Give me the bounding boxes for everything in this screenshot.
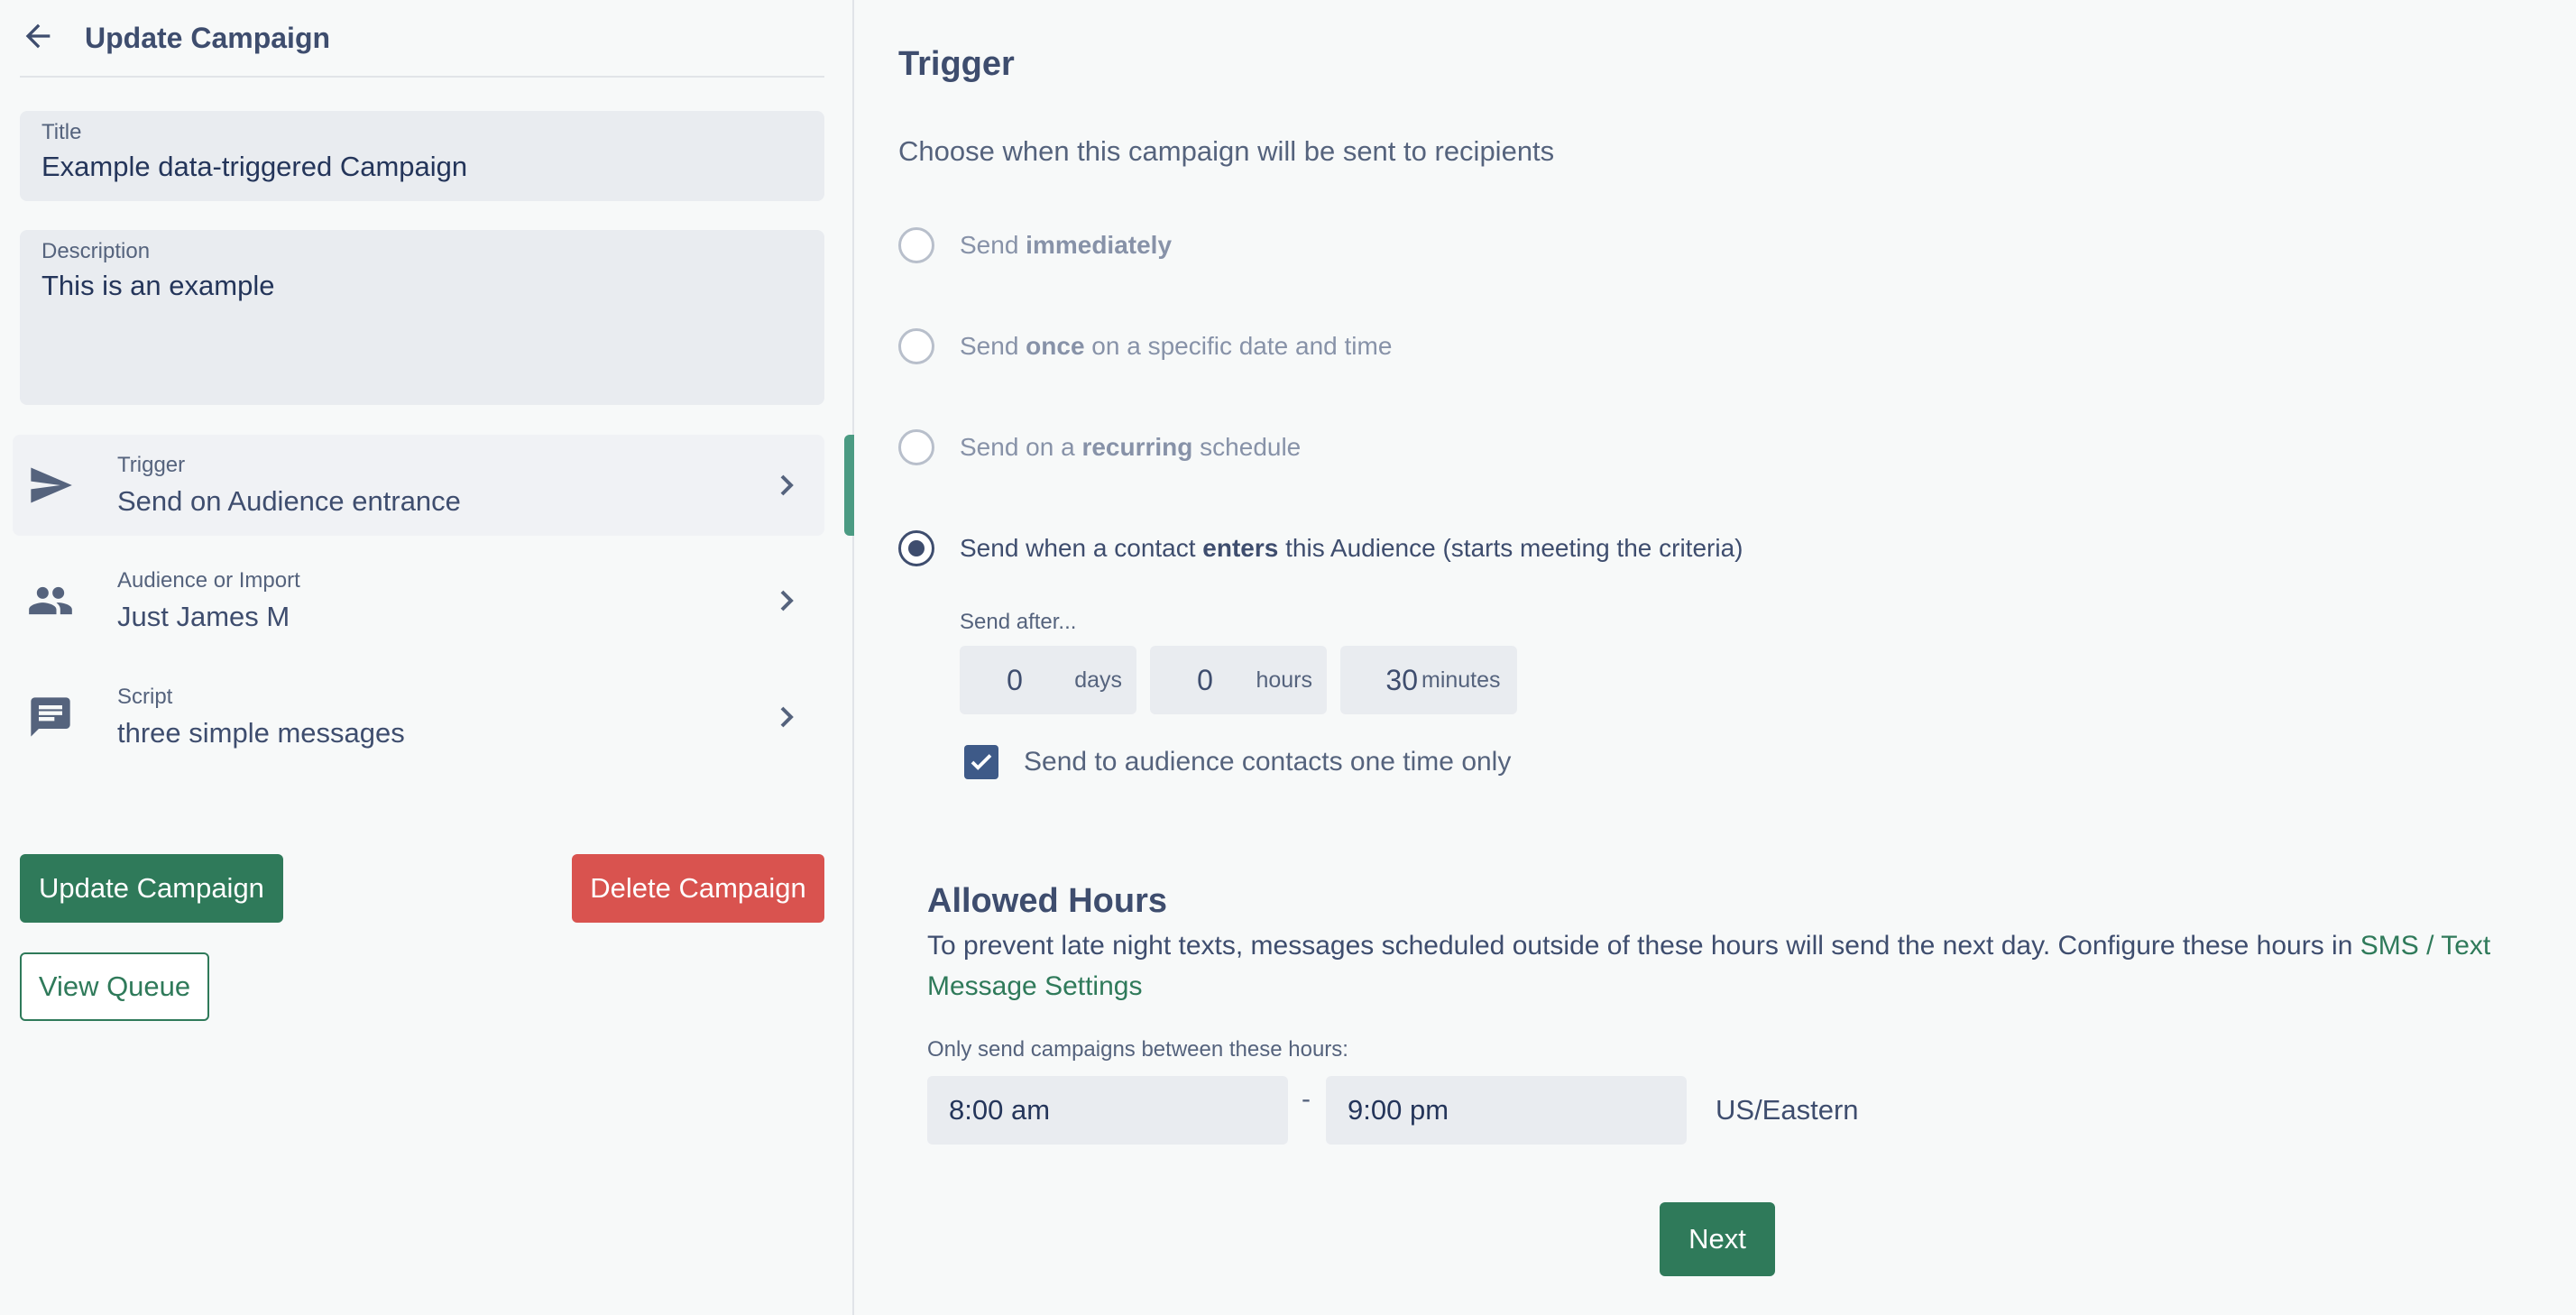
- back-arrow-icon[interactable]: [20, 18, 56, 59]
- people-icon: [25, 575, 76, 626]
- end-hour-select[interactable]: 9:00 pm: [1326, 1076, 1687, 1145]
- update-campaign-button[interactable]: Update Campaign: [20, 854, 283, 923]
- radio-send-immediately[interactable]: Send immediately: [898, 227, 1172, 263]
- audience-label: Audience or Import: [117, 568, 300, 593]
- allowed-hours-heading: Allowed Hours: [927, 882, 1168, 920]
- description-label: Description: [41, 239, 151, 263]
- trigger-panel: Trigger Choose when this campaign will b…: [856, 0, 2576, 1315]
- title-label: Title: [41, 120, 82, 144]
- radio-send-on-enter[interactable]: Send when a contact enters this Audience…: [898, 530, 1743, 566]
- message-icon: [25, 692, 76, 742]
- description-field[interactable]: Description This is an example: [20, 230, 824, 405]
- page-title: Update Campaign: [85, 21, 331, 54]
- radio-send-once[interactable]: Send once on a specific date and time: [898, 328, 1392, 364]
- hours-range-label: Only send campaigns between these hours:: [927, 1037, 1348, 1062]
- chevron-right-icon: [780, 474, 794, 496]
- trigger-label: Trigger: [117, 453, 186, 477]
- sidebar-item-trigger[interactable]: Trigger Send on Audience entrance: [13, 435, 824, 536]
- once-only-checkbox-row[interactable]: Send to audience contacts one time only: [964, 745, 1511, 779]
- delete-campaign-button[interactable]: Delete Campaign: [572, 854, 824, 923]
- allowed-hours-description: To prevent late night texts, messages sc…: [927, 931, 2491, 1001]
- radio-button[interactable]: [898, 227, 934, 263]
- audience-value: Just James M: [117, 601, 290, 632]
- next-button[interactable]: Next: [1660, 1202, 1775, 1276]
- radio-button-selected[interactable]: [898, 530, 934, 566]
- radio-button[interactable]: [898, 328, 934, 364]
- chevron-right-icon: [780, 706, 794, 728]
- hours-input[interactable]: 0 hours: [1150, 646, 1327, 714]
- send-after-label: Send after...: [960, 610, 1077, 634]
- timezone-label: US/Eastern: [1716, 1094, 1859, 1126]
- radio-button[interactable]: [898, 429, 934, 465]
- title-field[interactable]: Title Example data-triggered Campaign: [20, 111, 824, 201]
- minutes-input[interactable]: 30 minutes: [1340, 646, 1517, 714]
- header-bar: Update Campaign: [20, 0, 824, 78]
- start-hour-select[interactable]: 8:00 am: [927, 1076, 1288, 1145]
- range-separator: -: [1302, 1084, 1311, 1114]
- active-indicator: [844, 435, 854, 536]
- campaign-sidebar: Update Campaign Title Example data-trigg…: [0, 0, 854, 1315]
- send-icon: [25, 460, 76, 510]
- sidebar-item-script[interactable]: Script three simple messages: [13, 667, 824, 768]
- view-queue-button[interactable]: View Queue: [20, 952, 209, 1021]
- description-textarea[interactable]: This is an example: [41, 270, 803, 302]
- chevron-right-icon: [780, 590, 794, 612]
- script-value: three simple messages: [117, 717, 405, 749]
- checkbox-checked-icon[interactable]: [964, 745, 998, 779]
- title-input[interactable]: Example data-triggered Campaign: [41, 151, 803, 183]
- radio-send-recurring[interactable]: Send on a recurring schedule: [898, 429, 1301, 465]
- days-input[interactable]: 0 days: [960, 646, 1136, 714]
- trigger-subheading: Choose when this campaign will be sent t…: [898, 135, 1555, 167]
- sidebar-item-audience[interactable]: Audience or Import Just James M: [13, 550, 824, 651]
- trigger-value: Send on Audience entrance: [117, 485, 461, 517]
- script-label: Script: [117, 685, 173, 709]
- trigger-heading: Trigger: [898, 45, 1015, 83]
- once-only-label: Send to audience contacts one time only: [1024, 747, 1512, 777]
